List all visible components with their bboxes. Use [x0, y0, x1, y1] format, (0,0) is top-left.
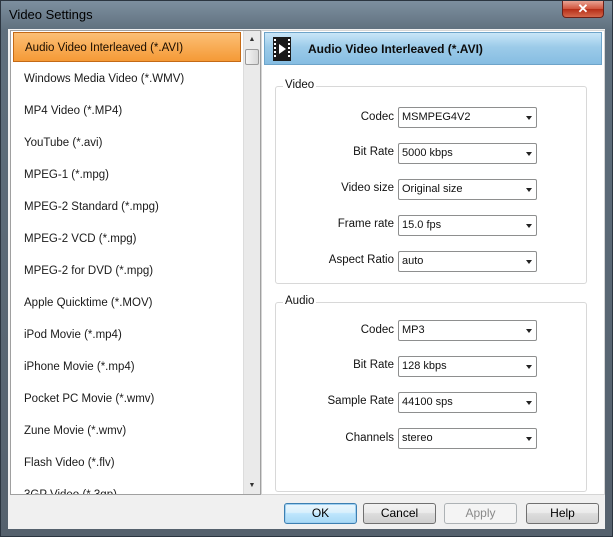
audio-group-title: Audio [283, 295, 317, 307]
format-list-item[interactable]: MP4 Video (*.MP4) [13, 96, 241, 126]
video-bitrate-value: 5000 kbps [402, 147, 453, 159]
audio-group: Audio Codec MP3 Bit Rate 128 kbps Sample… [275, 295, 587, 492]
channels-label: Channels [345, 432, 394, 444]
format-list-item[interactable]: iPod Movie (*.mp4) [13, 320, 241, 350]
video-size-label: Video size [341, 182, 394, 194]
audio-bitrate-label: Bit Rate [353, 359, 394, 371]
format-title: Audio Video Interleaved (*.AVI) [308, 42, 483, 56]
format-list-item[interactable]: Audio Video Interleaved (*.AVI) [13, 32, 241, 62]
chevron-down-icon [526, 260, 532, 264]
format-list-item[interactable]: Pocket PC Movie (*.wmv) [13, 384, 241, 414]
format-list-item[interactable]: YouTube (*.avi) [13, 128, 241, 158]
format-list-item[interactable]: Windows Media Video (*.WMV) [13, 64, 241, 94]
format-list[interactable]: Audio Video Interleaved (*.AVI) Windows … [10, 30, 261, 495]
close-button[interactable]: ✕ [562, 1, 604, 18]
audio-codec-value: MP3 [402, 324, 425, 336]
sample-rate-select[interactable]: 44100 sps [398, 392, 537, 413]
video-settings-window: Video Settings ✕ Audio Video Interleaved… [0, 0, 613, 537]
aspect-ratio-value: auto [402, 255, 424, 267]
chevron-down-icon [526, 401, 532, 405]
format-list-item[interactable]: Zune Movie (*.wmv) [13, 416, 241, 446]
settings-panel: Audio Video Interleaved (*.AVI) Video Co… [261, 30, 605, 495]
title-bar[interactable]: Video Settings ✕ [1, 1, 612, 29]
help-button[interactable]: Help [526, 503, 599, 524]
ok-button[interactable]: OK [284, 503, 357, 524]
frame-rate-select[interactable]: 15.0 fps [398, 215, 537, 236]
frame-rate-label: Frame rate [337, 218, 394, 230]
chevron-down-icon [526, 365, 532, 369]
video-codec-select[interactable]: MSMPEG4V2 [398, 107, 537, 128]
audio-bitrate-value: 128 kbps [402, 360, 447, 372]
video-size-select[interactable]: Original size [398, 179, 537, 200]
scroll-down-icon[interactable]: ▼ [244, 477, 260, 494]
format-list-item[interactable]: iPhone Movie (*.mp4) [13, 352, 241, 382]
sample-rate-value: 44100 sps [402, 396, 453, 408]
video-codec-label: Codec [360, 111, 394, 123]
close-icon: ✕ [577, 1, 589, 16]
format-list-item[interactable]: MPEG-2 for DVD (*.mpg) [13, 256, 241, 286]
audio-codec-select[interactable]: MP3 [398, 320, 537, 341]
audio-bitrate-select[interactable]: 128 kbps [398, 356, 537, 377]
list-scrollbar[interactable]: ▲ ▼ [243, 31, 260, 494]
scroll-thumb[interactable] [245, 49, 259, 65]
video-codec-value: MSMPEG4V2 [402, 111, 471, 123]
frame-rate-value: 15.0 fps [402, 219, 442, 231]
audio-codec-label: Codec [360, 324, 394, 336]
format-list-item[interactable]: 3GP Video (*.3gp) [13, 480, 241, 494]
format-list-item[interactable]: MPEG-2 Standard (*.mpg) [13, 192, 241, 222]
format-list-item[interactable]: Apple Quicktime (*.MOV) [13, 288, 241, 318]
apply-button[interactable]: Apply [444, 503, 517, 524]
dialog-client-area: Audio Video Interleaved (*.AVI) Windows … [8, 29, 605, 529]
format-list-item[interactable]: MPEG-1 (*.mpg) [13, 160, 241, 190]
format-list-item[interactable]: MPEG-2 VCD (*.mpg) [13, 224, 241, 254]
format-list-item[interactable]: Flash Video (*.flv) [13, 448, 241, 478]
chevron-down-icon [526, 437, 532, 441]
chevron-down-icon [526, 116, 532, 120]
format-header: Audio Video Interleaved (*.AVI) [264, 32, 602, 65]
video-size-value: Original size [402, 183, 463, 195]
chevron-down-icon [526, 329, 532, 333]
channels-value: stereo [402, 432, 433, 444]
film-icon [273, 37, 291, 61]
aspect-ratio-label: Aspect Ratio [328, 254, 394, 266]
video-group-title: Video [283, 79, 317, 91]
video-bitrate-label: Bit Rate [353, 146, 394, 158]
aspect-ratio-select[interactable]: auto [398, 251, 537, 272]
scroll-up-icon[interactable]: ▲ [244, 31, 260, 48]
cancel-button[interactable]: Cancel [363, 503, 436, 524]
channels-select[interactable]: stereo [398, 428, 537, 449]
video-bitrate-select[interactable]: 5000 kbps [398, 143, 537, 164]
chevron-down-icon [526, 188, 532, 192]
window-title: Video Settings [9, 7, 93, 22]
sample-rate-label: Sample Rate [327, 395, 394, 407]
chevron-down-icon [526, 152, 532, 156]
chevron-down-icon [526, 224, 532, 228]
video-group: Video Codec MSMPEG4V2 Bit Rate 5000 kbps… [275, 79, 587, 284]
